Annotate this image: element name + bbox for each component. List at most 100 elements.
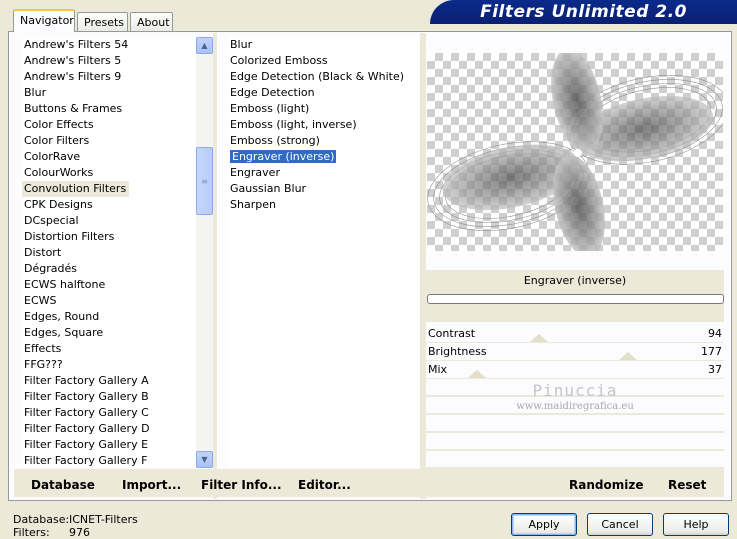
slider-thumb[interactable]	[619, 352, 638, 360]
slider-label: Contrast	[428, 327, 476, 340]
filter-item-label: Blur	[230, 38, 253, 51]
filter-list[interactable]: Blur Colorized Emboss Edge Detection (Blac…	[228, 37, 418, 468]
slider-value: 177	[701, 345, 722, 358]
category-list[interactable]: Andrew's Filters 54 Andrew's Filters 5 And…	[22, 37, 196, 468]
slider-label: Mix	[428, 363, 448, 376]
category-item[interactable]: Filter Factory Gallery E	[22, 437, 196, 453]
category-item[interactable]: Color Effects	[22, 117, 196, 133]
filter-item-label: Edge Detection	[230, 86, 315, 99]
category-item-label: Color Effects	[24, 118, 94, 131]
category-item[interactable]: Filter Factory Gallery A	[22, 373, 196, 389]
category-item-label: Effects	[24, 342, 62, 355]
title-banner: Filters Unlimited 2.0	[430, 0, 737, 24]
watermark-url: www.maidiregrafica.eu	[516, 401, 634, 412]
slider-value: 37	[708, 363, 722, 376]
category-item[interactable]: Andrew's Filters 9	[22, 69, 196, 85]
category-item[interactable]: Distort	[22, 245, 196, 261]
randomize-button[interactable]: Randomize	[569, 478, 643, 492]
filter-item[interactable]: Emboss (light)	[228, 101, 418, 117]
category-item[interactable]: FFG???	[22, 357, 196, 373]
app-title: Filters Unlimited 2.0	[480, 2, 687, 22]
category-item[interactable]: ECWS halftone	[22, 277, 196, 293]
filter-item[interactable]: Gaussian Blur	[228, 181, 418, 197]
category-item[interactable]: ColorRave	[22, 149, 196, 165]
editor-button[interactable]: Editor...	[298, 478, 351, 492]
category-scrollbar[interactable]: ▲ ≡ ▼	[196, 37, 213, 468]
filter-item-label: Edge Detection (Black & White)	[230, 70, 405, 83]
reset-button[interactable]: Reset	[668, 478, 706, 492]
category-item-label: ColourWorks	[24, 166, 94, 179]
category-item[interactable]: Dégradés	[22, 261, 196, 277]
empty-slider-row	[426, 433, 724, 451]
watermark-name: Pinuccia	[532, 381, 618, 400]
slider-brightness[interactable]: Brightness 177	[426, 343, 724, 361]
category-item[interactable]: Filter Factory Gallery C	[22, 405, 196, 421]
category-item[interactable]: Blur	[22, 85, 196, 101]
cancel-button[interactable]: Cancel	[587, 513, 653, 536]
category-item[interactable]: CPK Designs	[22, 197, 196, 213]
category-item-label: Blur	[24, 86, 47, 99]
filter-item[interactable]: Sharpen	[228, 197, 418, 213]
filters-count-value: 976	[69, 526, 90, 539]
apply-button[interactable]: Apply	[511, 513, 577, 536]
list-divider	[213, 33, 217, 499]
category-item-label: Convolution Filters	[22, 181, 130, 197]
help-button[interactable]: Help	[663, 513, 729, 536]
category-item[interactable]: Edges, Square	[22, 325, 196, 341]
empty-slider-row	[426, 451, 724, 469]
filter-item[interactable]: Engraver	[228, 165, 418, 181]
filter-info-button[interactable]: Filter Info...	[201, 478, 282, 492]
category-item[interactable]: DCspecial	[22, 213, 196, 229]
import-button[interactable]: Import...	[122, 478, 181, 492]
tab-navigator[interactable]: Navigator	[13, 9, 75, 32]
category-item[interactable]: Filter Factory Gallery F	[22, 453, 196, 468]
category-item-label: FFG???	[24, 358, 63, 371]
slider-value: 94	[708, 327, 722, 340]
preview-flower-graphic	[427, 48, 729, 258]
preview-image	[427, 48, 729, 258]
category-item[interactable]: Buttons & Frames	[22, 101, 196, 117]
category-item-label: Color Filters	[24, 134, 90, 147]
category-item[interactable]: Filter Factory Gallery B	[22, 389, 196, 405]
filter-item[interactable]: Colorized Emboss	[228, 53, 418, 69]
database-button[interactable]: Database	[31, 478, 95, 492]
filter-item[interactable]: Blur	[228, 37, 418, 53]
scroll-thumb[interactable]: ≡	[196, 147, 213, 215]
category-item-label: Filter Factory Gallery C	[24, 406, 149, 419]
category-item-label: DCspecial	[24, 214, 79, 227]
scroll-down-button[interactable]: ▼	[196, 451, 213, 468]
slider-mix[interactable]: Mix 37	[426, 361, 724, 379]
slider-thumb[interactable]	[468, 370, 486, 378]
category-item[interactable]: ECWS	[22, 293, 196, 309]
tab-about[interactable]: About	[130, 12, 173, 31]
filter-item-label: Engraver (inverse)	[230, 150, 337, 163]
empty-slider-row	[426, 415, 724, 433]
slider-contrast[interactable]: Contrast 94	[426, 325, 724, 343]
filter-item[interactable]: Edge Detection (Black & White)	[228, 69, 418, 85]
scroll-up-button[interactable]: ▲	[196, 37, 213, 54]
filter-item-label: Colorized Emboss	[230, 54, 328, 67]
filter-item[interactable]: Edge Detection	[228, 85, 418, 101]
tab-presets[interactable]: Presets	[77, 12, 128, 31]
category-item-label: Buttons & Frames	[24, 102, 123, 115]
filter-item[interactable]: Emboss (light, inverse)	[228, 117, 418, 133]
category-item[interactable]: Edges, Round	[22, 309, 196, 325]
category-item[interactable]: Distortion Filters	[22, 229, 196, 245]
slider-thumb[interactable]	[529, 334, 548, 342]
category-item[interactable]: ColourWorks	[22, 165, 196, 181]
category-item[interactable]: Andrew's Filters 5	[22, 53, 196, 69]
current-filter-name: Engraver (inverse)	[523, 274, 627, 287]
filter-item[interactable]: Engraver (inverse)	[228, 149, 418, 165]
filter-item[interactable]: Emboss (strong)	[228, 133, 418, 149]
category-item-label: Distortion Filters	[24, 230, 115, 243]
progress-bar	[427, 294, 724, 304]
category-item-label: ECWS	[24, 294, 57, 307]
category-item[interactable]: Andrew's Filters 54	[22, 37, 196, 53]
filter-item-label: Emboss (light, inverse)	[230, 118, 357, 131]
category-item-label: Filter Factory Gallery A	[24, 374, 149, 387]
category-item-label: ECWS halftone	[24, 278, 106, 291]
category-item[interactable]: Filter Factory Gallery D	[22, 421, 196, 437]
category-item[interactable]: Color Filters	[22, 133, 196, 149]
category-item[interactable]: Convolution Filters	[22, 181, 196, 197]
category-item[interactable]: Effects	[22, 341, 196, 357]
